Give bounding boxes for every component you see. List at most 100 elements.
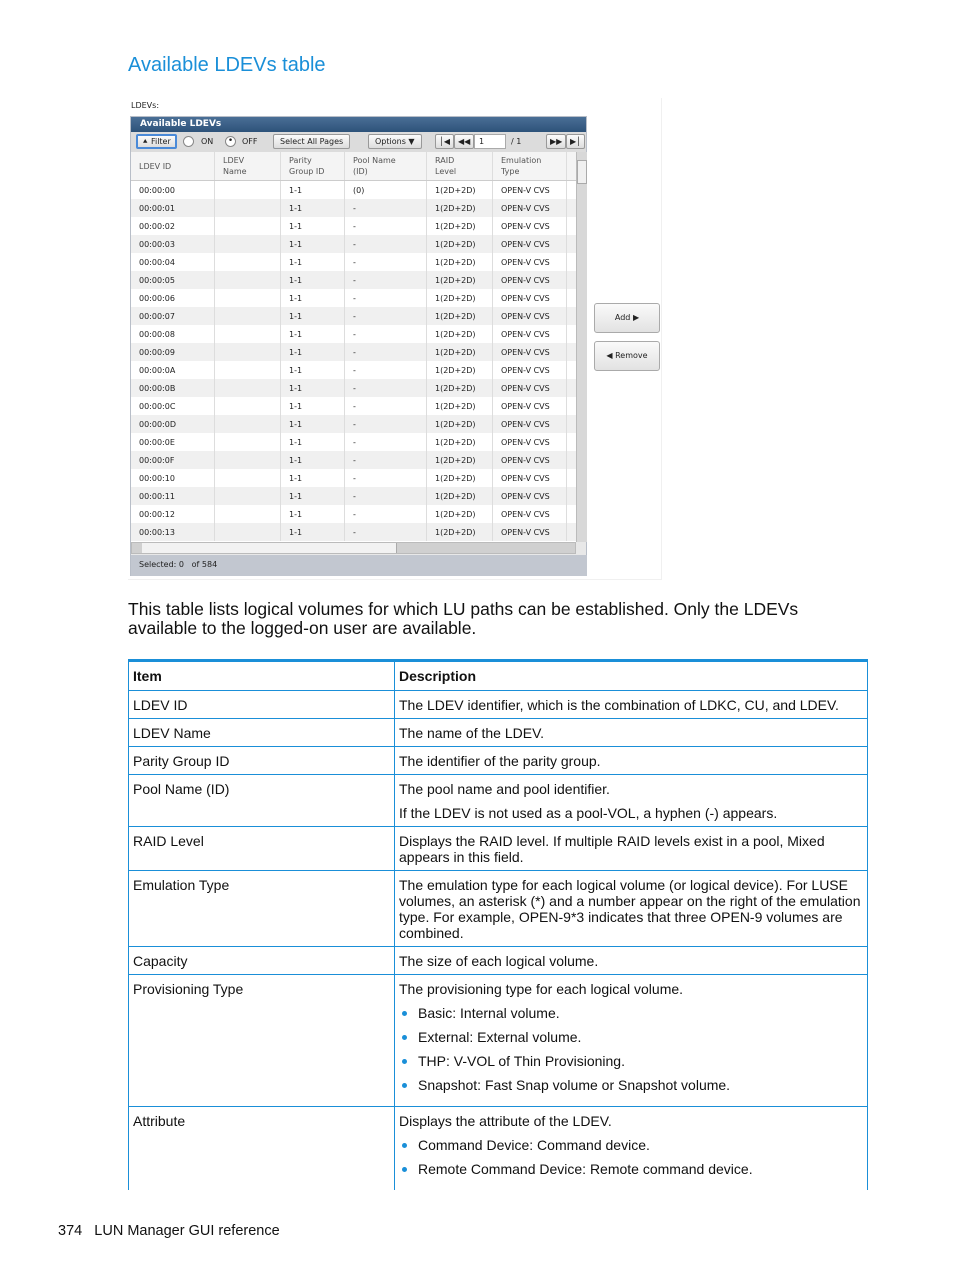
table-cell: 1-1 [281, 487, 345, 505]
table-cell: 1(2D+2D) [427, 325, 493, 343]
hscroll-thumb[interactable] [142, 543, 397, 553]
column-header[interactable]: Pool Name (ID) [345, 152, 427, 180]
table-row[interactable]: 00:00:02 1-1-1(2D+2D) OPEN-V CVS [131, 217, 576, 235]
table-cell: OPEN-V CVS [493, 415, 567, 433]
table-cell: OPEN-V CVS [493, 217, 567, 235]
filter-off-radio[interactable]: • [225, 136, 236, 147]
table-row[interactable]: 00:00:03 1-1-1(2D+2D) OPEN-V CVS [131, 235, 576, 253]
remove-button[interactable]: ◀ Remove [594, 341, 660, 371]
description-text: The emulation type for each logical volu… [399, 877, 861, 941]
table-row[interactable]: 00:00:04 1-1-1(2D+2D) OPEN-V CVS [131, 253, 576, 271]
page-number: 374 [58, 1223, 83, 1239]
table-cell: OPEN-V CVS [493, 451, 567, 469]
filter-button[interactable]: ⯅ Filter [136, 134, 177, 149]
table-cell: - [345, 415, 427, 433]
table-cell: 1(2D+2D) [427, 379, 493, 397]
column-header[interactable]: Parity Group ID [281, 152, 345, 180]
table-cell: 1-1 [281, 433, 345, 451]
table-cell: OPEN-V CVS [493, 235, 567, 253]
table-row[interactable]: 00:00:00 1-1 (0) 1(2D+2D) OPEN-V CVS [131, 181, 576, 199]
table-cell: 1(2D+2D) [427, 361, 493, 379]
table-cell: - [345, 397, 427, 415]
prev-page-button[interactable]: ◀◀ [454, 134, 475, 149]
table-row[interactable]: 00:00:08 1-1-1(2D+2D) OPEN-V CVS [131, 325, 576, 343]
table-cell [215, 487, 281, 505]
table-cell: 1-1 [281, 289, 345, 307]
item-cell: Parity Group ID [128, 746, 395, 775]
column-header[interactable]: RAID Level [427, 152, 493, 180]
next-page-button[interactable]: ▶▶ [546, 134, 567, 149]
table-row: Pool Name (ID) The pool name and pool ide… [128, 774, 868, 827]
table-row[interactable]: 00:00:0A 1-1-1(2D+2D) OPEN-V CVS [131, 361, 576, 379]
table-cell [215, 271, 281, 289]
table-cell: 00:00:04 [131, 253, 215, 271]
table-cell: 1(2D+2D) [427, 199, 493, 217]
table-cell: 1-1 [281, 505, 345, 523]
table-cell: 1-1 [281, 379, 345, 397]
column-header[interactable]: LDEV ID [131, 152, 215, 180]
item-cell: Provisioning Type [128, 974, 395, 1107]
table-row[interactable]: 00:00:13 1-1-1(2D+2D) OPEN-V CVS [131, 523, 576, 541]
table-cell: OPEN-V CVS [493, 199, 567, 217]
table-cell [215, 469, 281, 487]
table-row[interactable]: 00:00:0D 1-1-1(2D+2D) OPEN-V CVS [131, 415, 576, 433]
ldev-grid: LDEV ID LDEV Name Parity Group ID Pool Name (I… [131, 152, 576, 542]
table-row: Emulation Type The emulation type for eac… [128, 870, 868, 947]
vertical-scrollbar[interactable] [576, 152, 587, 542]
item-cell: Attribute [128, 1106, 395, 1190]
table-cell: 00:00:09 [131, 343, 215, 361]
select-all-pages-button[interactable]: Select All Pages [273, 134, 351, 149]
table-cell: 1(2D+2D) [427, 469, 493, 487]
table-cell: - [345, 217, 427, 235]
options-dropdown[interactable]: Options ▼ [368, 134, 422, 149]
table-row: Parity Group ID The identifier of the par… [128, 746, 868, 775]
bullet-item: THP: V-VOL of Thin Provisioning. [399, 1053, 863, 1069]
table-cell: 1(2D+2D) [427, 307, 493, 325]
table-cell: 1(2D+2D) [427, 397, 493, 415]
table-row[interactable]: 00:00:10 1-1-1(2D+2D) OPEN-V CVS [131, 469, 576, 487]
description-paragraph: This table lists logical volumes for whi… [128, 599, 799, 638]
table-row[interactable]: 00:00:0E 1-1-1(2D+2D) OPEN-V CVS [131, 433, 576, 451]
table-cell: - [345, 505, 427, 523]
table-cell [215, 433, 281, 451]
panel-title: Available LDEVs [131, 117, 586, 132]
last-page-button[interactable]: ▶│ [566, 134, 585, 149]
table-row[interactable]: 00:00:0C 1-1-1(2D+2D) OPEN-V CVS [131, 397, 576, 415]
table-row[interactable]: 00:00:12 1-1-1(2D+2D) OPEN-V CVS [131, 505, 576, 523]
table-row[interactable]: 00:00:07 1-1-1(2D+2D) OPEN-V CVS [131, 307, 576, 325]
description-text: Displays the RAID level. If multiple RAI… [399, 833, 825, 865]
of-label: of [191, 560, 200, 569]
table-cell: OPEN-V CVS [493, 379, 567, 397]
table-cell: OPEN-V CVS [493, 361, 567, 379]
column-header-line1: Parity [289, 156, 312, 165]
table-row[interactable]: 00:00:0B 1-1-1(2D+2D) OPEN-V CVS [131, 379, 576, 397]
table-row[interactable]: 00:00:09 1-1-1(2D+2D) OPEN-V CVS [131, 343, 576, 361]
table-cell: - [345, 523, 427, 541]
bullet-item: Basic: Internal volume. [399, 1005, 863, 1021]
table-row[interactable]: 00:00:0F 1-1-1(2D+2D) OPEN-V CVS [131, 451, 576, 469]
table-cell: 00:00:0A [131, 361, 215, 379]
table-cell: 1-1 [281, 253, 345, 271]
table-cell [215, 397, 281, 415]
filter-on-radio[interactable] [183, 136, 194, 147]
table-cell: 00:00:12 [131, 505, 215, 523]
page-input[interactable]: 1 [474, 134, 506, 149]
table-row[interactable]: 00:00:05 1-1-1(2D+2D) OPEN-V CVS [131, 271, 576, 289]
table-row[interactable]: 00:00:11 1-1-1(2D+2D) OPEN-V CVS [131, 487, 576, 505]
column-header[interactable]: Emulation Type [493, 152, 567, 180]
table-cell [215, 289, 281, 307]
table-row: RAID Level Displays the RAID level. If mu… [128, 826, 868, 871]
first-page-button[interactable]: │◀ [435, 134, 454, 149]
item-cell: Pool Name (ID) [128, 774, 395, 827]
table-row: LDEV ID The LDEV identifier, which is the… [128, 690, 868, 719]
page-footer: 374 LUN Manager GUI reference [58, 1223, 280, 1239]
table-row[interactable]: 00:00:06 1-1-1(2D+2D) OPEN-V CVS [131, 289, 576, 307]
scroll-thumb[interactable] [577, 160, 587, 184]
table-cell [215, 415, 281, 433]
table-row[interactable]: 00:00:01 1-1-1(2D+2D) OPEN-V CVS [131, 199, 576, 217]
table-cell: 00:00:00 [131, 181, 215, 199]
column-header-line1: Pool Name [353, 156, 396, 165]
add-button[interactable]: Add ▶ [594, 303, 660, 333]
column-header[interactable]: LDEV Name [215, 152, 281, 180]
horizontal-scrollbar[interactable] [131, 542, 576, 554]
